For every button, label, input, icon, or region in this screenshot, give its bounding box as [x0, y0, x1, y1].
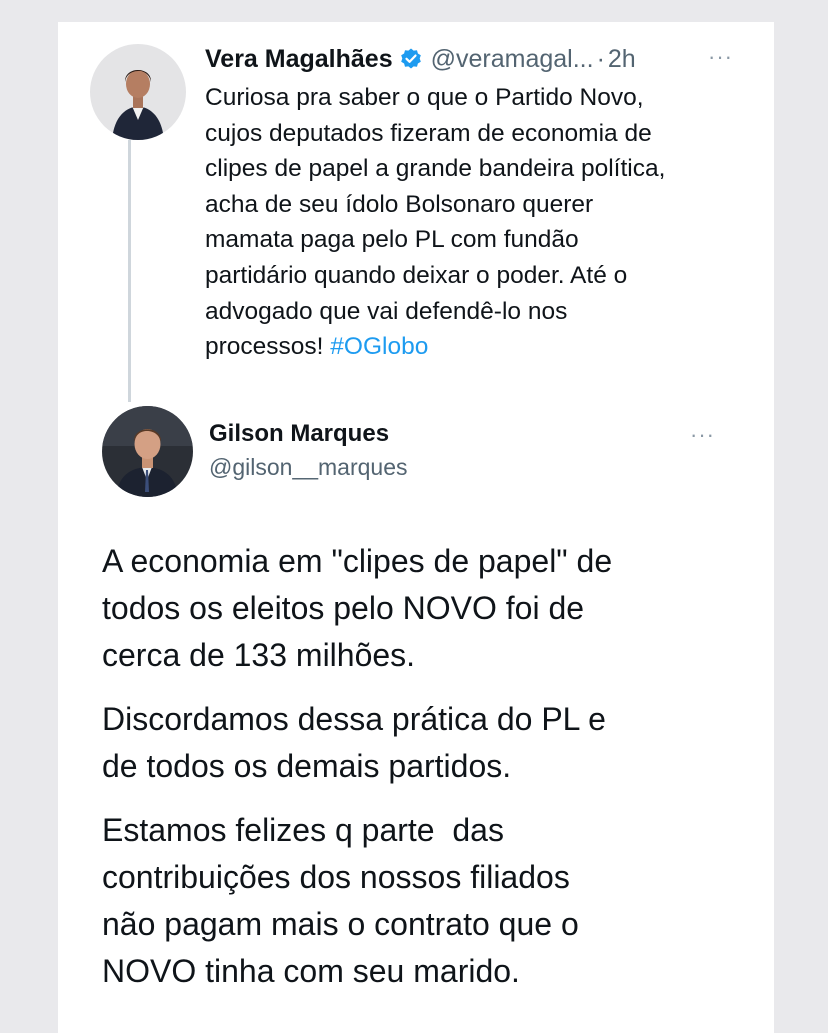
avatar-gilson[interactable] — [102, 406, 193, 497]
reply-text-line: não pagam mais o contrato que o — [102, 906, 579, 942]
avatar-vera[interactable] — [90, 44, 186, 140]
original-tweet-header: Vera Magalhães @veramagal... · 2h — [205, 42, 636, 76]
more-horizontal-icon[interactable]: ··· — [690, 422, 715, 448]
reply-paragraph: Estamos felizes q parte das contribuiçõe… — [102, 807, 762, 995]
reply-text-line: cerca de 133 milhões. — [102, 637, 416, 673]
tweet-text-line: mamata paga pelo PL com fundão — [205, 226, 579, 254]
reply-text-line: todos os eleitos pelo NOVO foi de — [102, 590, 585, 626]
tweet-timestamp[interactable]: 2h — [608, 45, 636, 74]
reply-text-line: NOVO tinha com seu marido. — [102, 953, 520, 989]
hashtag-link[interactable]: #OGlobo — [330, 333, 428, 360]
tweet-text-line-last: processos! #OGlobo — [205, 329, 765, 365]
original-tweet-text: Curiosa pra saber o que o Partido Novo, … — [205, 80, 765, 365]
reply-paragraph: Discordamos dessa prática do PL e de tod… — [102, 696, 762, 790]
reply-text-line: Discordamos dessa prática do PL e — [102, 701, 606, 737]
reply-tweet-text: A economia em "clipes de papel" de todos… — [102, 538, 762, 1012]
header-separator: · — [596, 44, 605, 73]
reply-text-line: de todos os demais partidos. — [102, 748, 512, 784]
more-horizontal-icon[interactable]: ··· — [708, 44, 733, 70]
author-handle[interactable]: @veramagal... — [431, 45, 594, 74]
tweet-text-line: partidário quando deixar o poder. Até o — [205, 261, 628, 289]
author-name[interactable]: Vera Magalhães — [205, 45, 393, 74]
tweet-text-fragment: processos! — [205, 333, 331, 361]
tweet-text-line: acha de seu ídolo Bolsonaro querer — [205, 190, 594, 218]
tweet-text-line: Curiosa pra saber o que o Partido Novo, — [205, 84, 644, 111]
thread-connector-line — [128, 140, 131, 402]
reply-text-line: contribuições dos nossos filiados — [102, 859, 570, 895]
verified-badge-icon — [399, 47, 423, 71]
reply-text-line: Estamos felizes q parte das — [102, 812, 504, 848]
tweet-text-line: advogado que vai defendê-lo nos — [205, 297, 568, 325]
tweet-text-line: clipes de papel a grande bandeira políti… — [205, 155, 666, 183]
tweet-text-line: cujos deputados fizeram de economia de — [205, 119, 652, 147]
reply-paragraph: A economia em "clipes de papel" de todos… — [102, 538, 762, 679]
reply-text-line: A economia em "clipes de papel" de — [102, 543, 613, 579]
reply-author-name[interactable]: Gilson Marques — [209, 420, 389, 448]
reply-author-handle[interactable]: @gilson__marques — [209, 454, 408, 481]
